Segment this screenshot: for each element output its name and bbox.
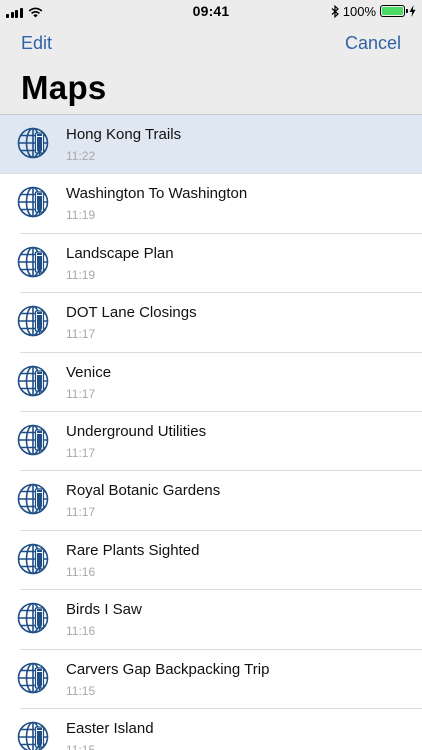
globe-edit-icon [17, 543, 49, 575]
map-list-item[interactable]: Landscape Plan 11:19 [0, 233, 422, 294]
map-time: 11:17 [66, 327, 96, 342]
map-list-item[interactable]: Rare Plants Sighted 11:16 [0, 530, 422, 591]
map-time: 11:17 [66, 445, 96, 460]
map-time: 11:15 [66, 742, 96, 750]
battery-icon [380, 5, 408, 17]
globe-edit-icon [17, 365, 49, 396]
map-title: Underground Utilities [66, 422, 207, 440]
map-list-item[interactable]: Venice 11:17 [0, 352, 422, 412]
globe-edit-icon [17, 721, 49, 750]
map-time: 11:22 [66, 149, 96, 163]
globe-edit-icon [17, 662, 49, 693]
map-title: Carvers Gap Backpacking Trip [66, 660, 270, 678]
globe-edit-icon [17, 246, 49, 278]
map-title: DOT Lane Closings [66, 304, 197, 322]
globe-edit-icon [17, 602, 49, 634]
globe-edit-icon [17, 424, 49, 456]
map-list-item[interactable]: Hong Kong Trails 11:22 [0, 115, 422, 175]
cancel-button[interactable]: Cancel [345, 33, 401, 54]
globe-edit-icon [17, 484, 49, 515]
map-title: Landscape Plan [66, 244, 174, 262]
map-list-item[interactable]: Easter Island 11:15 [0, 708, 422, 750]
map-title: Washington To Washington [66, 185, 248, 203]
map-title: Royal Botanic Gardens [66, 482, 221, 500]
map-time: 11:15 [66, 683, 96, 698]
status-right: 100% [331, 3, 416, 19]
map-list-item[interactable]: Carvers Gap Backpacking Trip 11:15 [0, 649, 422, 709]
map-title: Rare Plants Sighted [66, 541, 200, 559]
map-list-item[interactable]: Washington To Washington 11:19 [0, 174, 422, 234]
map-time: 11:17 [66, 386, 96, 401]
map-time: 11:19 [66, 208, 96, 223]
battery-percent: 100% [342, 3, 376, 19]
map-title: Hong Kong Trails [66, 126, 182, 143]
edit-button[interactable]: Edit [21, 33, 52, 54]
map-time: 11:17 [66, 505, 96, 520]
charging-icon [409, 5, 416, 17]
maps-list: Hong Kong Trails 11:22 Washington To Was… [0, 115, 422, 750]
navigation-bar: Edit Cancel Maps [0, 22, 422, 115]
map-time: 11:16 [66, 564, 96, 579]
map-list-item[interactable]: DOT Lane Closings 11:17 [0, 293, 422, 353]
map-list-item[interactable]: Underground Utilities 11:17 [0, 411, 422, 472]
globe-edit-icon [17, 187, 49, 218]
map-time: 11:16 [66, 624, 96, 639]
map-title: Easter Island [66, 719, 154, 737]
page-title: Maps [21, 69, 107, 106]
battery-fill [382, 7, 403, 15]
globe-edit-icon [17, 127, 49, 159]
globe-edit-icon [17, 305, 49, 337]
map-title: Birds I Saw [66, 601, 142, 619]
map-title: Venice [66, 363, 112, 381]
status-bar: 09:41 100% [0, 0, 422, 22]
bluetooth-icon [331, 4, 339, 18]
maps-screen: 09:41 100% Edit Cancel Maps Hong Kong Tr… [0, 0, 422, 750]
map-list-item[interactable]: Royal Botanic Gardens 11:17 [0, 471, 422, 531]
map-time: 11:19 [66, 267, 96, 282]
map-list-item[interactable]: Birds I Saw 11:16 [0, 590, 422, 650]
